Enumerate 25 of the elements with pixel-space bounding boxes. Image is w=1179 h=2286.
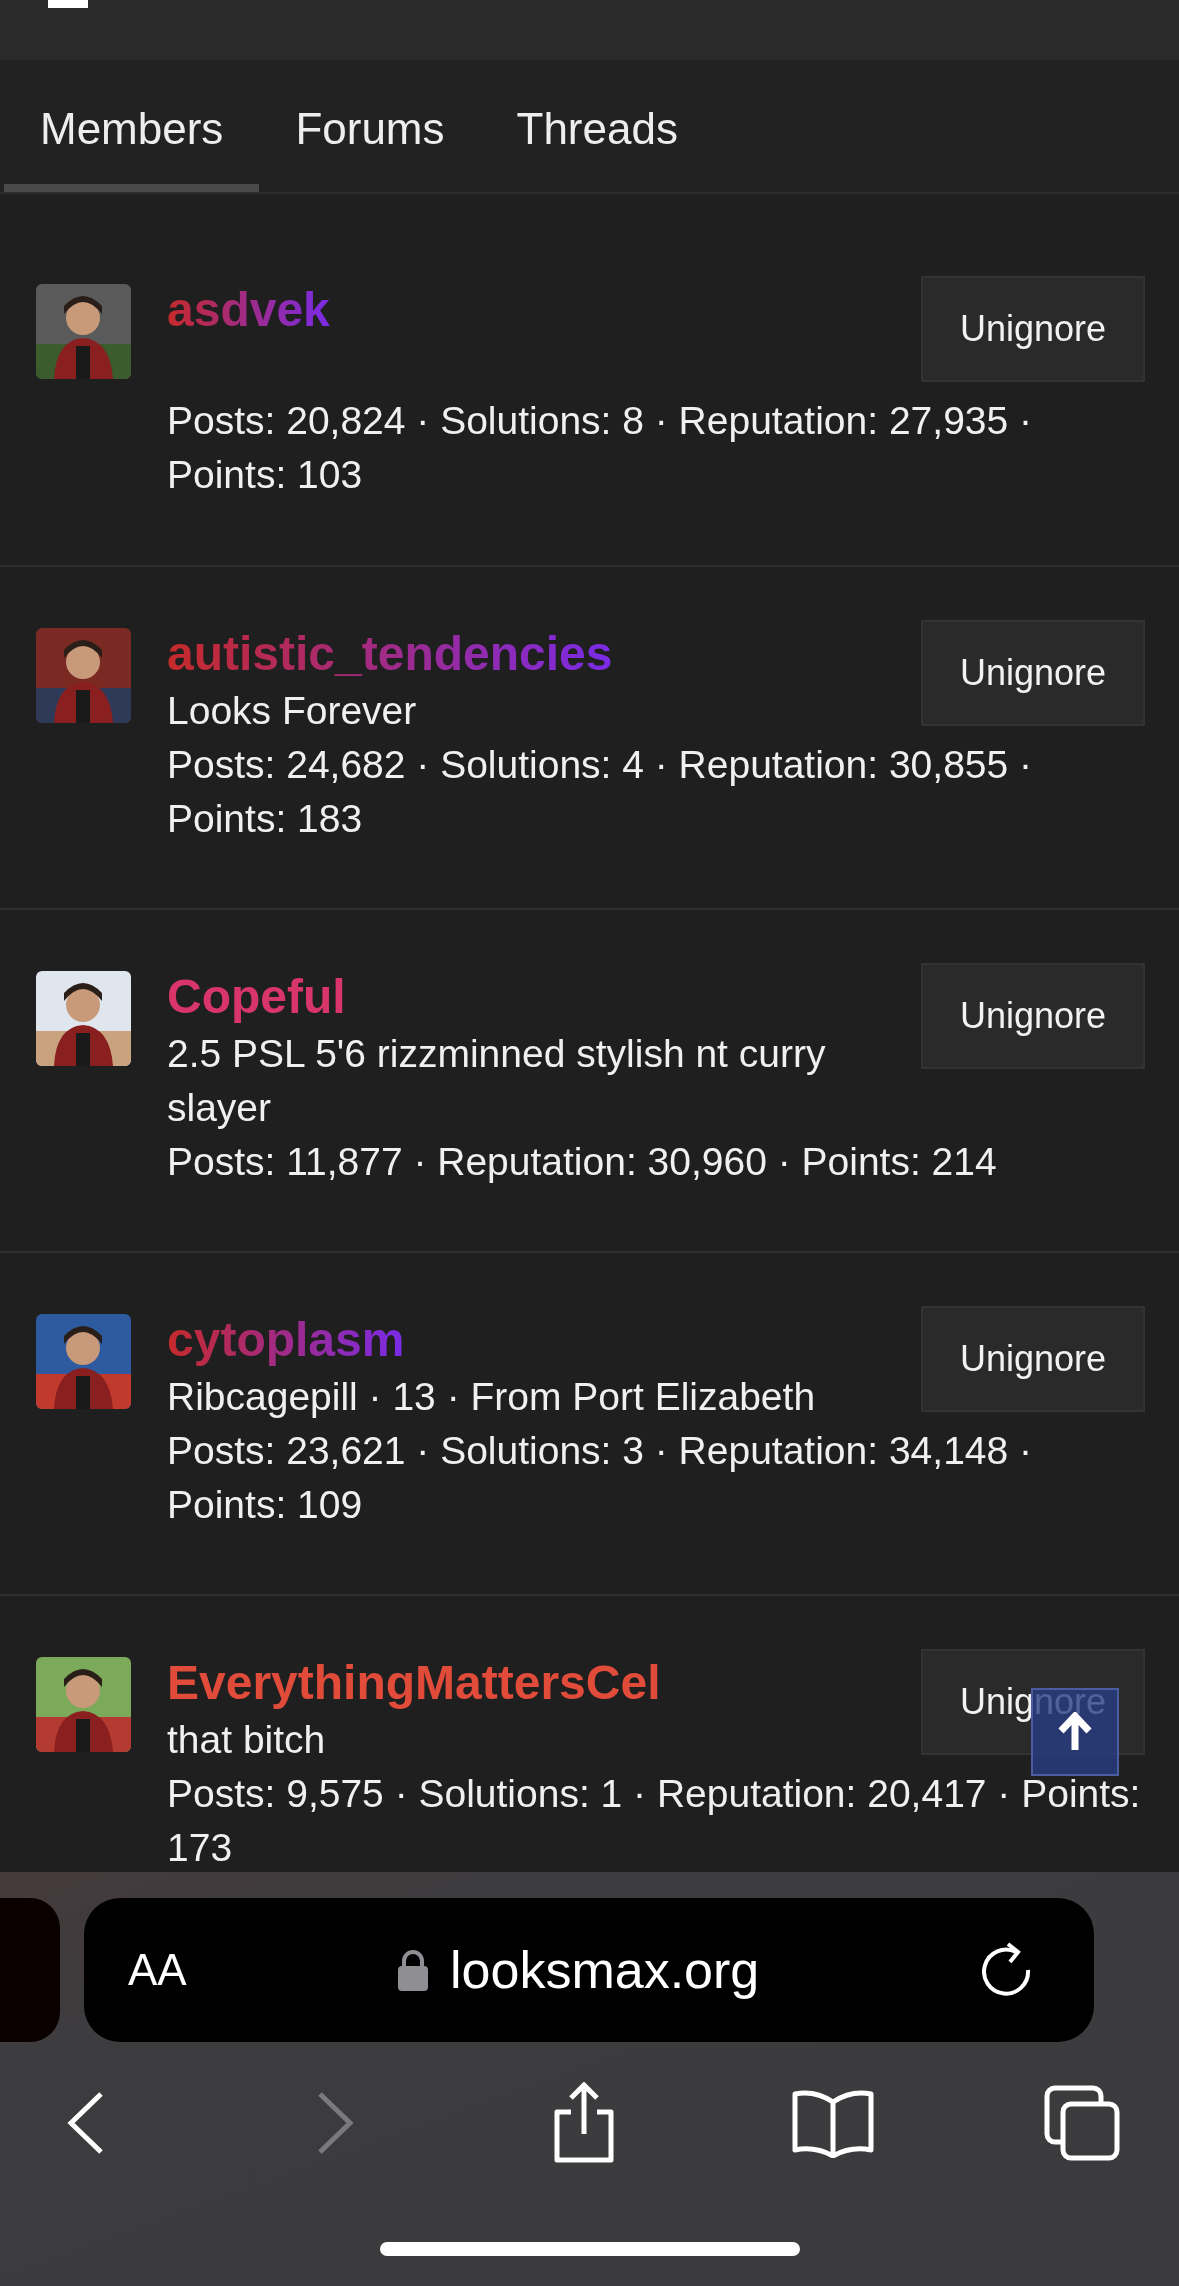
url-text: looksmax.org — [450, 1940, 760, 2000]
address-bar[interactable]: AA looksmax.org — [84, 1898, 1094, 2042]
member-title: that bitch — [167, 1718, 326, 1761]
member-name[interactable]: EverythingMattersCel — [167, 1653, 661, 1713]
member-title: 2.5 PSL 5'6 rizzminned stylish nt curry slayer — [167, 1032, 826, 1129]
member-stats: Posts: 11,877 · Reputation: 30,960 · Points: 214 — [167, 1140, 997, 1183]
member-stats: Posts: 9,575 · Solutions: 1 · Reputation: 20,417 · Points: 173 — [167, 1772, 1141, 1869]
lock-icon — [398, 1949, 428, 1991]
member-stats: Posts: 20,824 · Solutions: 8 · Reputation: 27,935 · Points: 103 — [167, 399, 1033, 496]
tab[interactable]: Forums — [259, 60, 481, 192]
text-size-button[interactable]: AA — [128, 1945, 398, 1995]
unignore-button[interactable]: Unignore — [921, 276, 1145, 382]
member-stats: Posts: 24,682 · Solutions: 4 · Reputation: 30,855 · Points: 183 — [167, 743, 1033, 840]
book-icon[interactable] — [790, 2088, 875, 2158]
member-stats: Posts: 23,621 · Solutions: 3 · Reputation: 34,148 · Points: 109 — [167, 1429, 1033, 1526]
tab[interactable]: Members — [4, 60, 260, 192]
member-title: Looks Forever — [167, 689, 417, 732]
unignore-button[interactable]: Unignore — [921, 1306, 1145, 1412]
member-name[interactable]: Copeful — [167, 967, 346, 1027]
member-title: Ribcagepill · 13 · From Port Elizabeth — [167, 1375, 816, 1418]
unignore-button[interactable]: Unignore — [921, 620, 1145, 726]
back-icon[interactable] — [66, 2091, 105, 2155]
tab[interactable]: Threads — [480, 60, 714, 192]
tabs-icon[interactable] — [1042, 2084, 1121, 2162]
unignore-button[interactable]: Unignore — [921, 963, 1145, 1069]
